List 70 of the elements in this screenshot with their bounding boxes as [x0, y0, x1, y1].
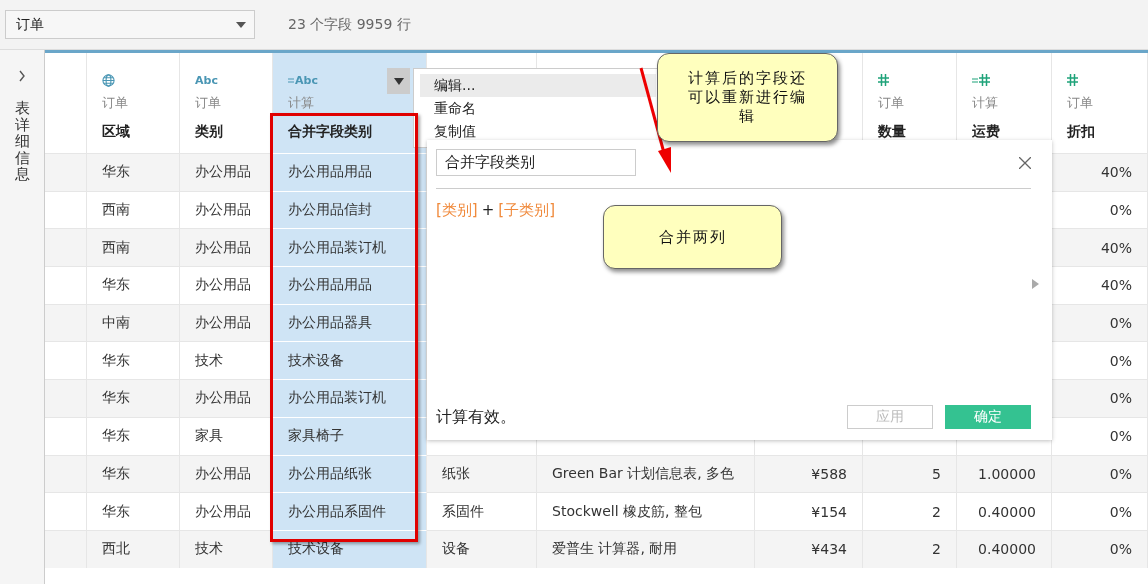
string-type-icon: Abc [195, 73, 218, 87]
column-source: 订单 [195, 94, 222, 112]
table-cell: 华东 [87, 454, 180, 493]
table-cell: 爱普生 计算器, 耐用 [537, 529, 755, 568]
string-type-icon: Abc [295, 73, 318, 87]
table-cell: 中南 [87, 303, 180, 342]
table-cell: 1.00000 [957, 454, 1052, 493]
column-name: 区域 [102, 123, 131, 141]
table-cell: ¥154 [755, 492, 863, 530]
callout: 计算后的字段还可以重新进行编辑 [657, 53, 838, 142]
column-name: 折扣 [1067, 123, 1096, 141]
status-text: 计算有效。 [436, 406, 517, 428]
table-cell: Green Bar 计划信息表, 多色 [537, 454, 755, 493]
data-source-dropdown[interactable]: 订单 [5, 10, 255, 39]
table-cell: 0.40000 [957, 529, 1052, 568]
column-source: 订单 [102, 94, 129, 112]
table-cell: 华东 [87, 153, 180, 191]
table-cell: 系固件 [427, 492, 537, 530]
menu-item[interactable]: 编辑... [420, 74, 656, 97]
table-cell: 办公用品用品 [273, 153, 427, 191]
column-source: 订单 [878, 94, 905, 112]
callout: 合并两列 [603, 205, 782, 269]
table-cell: 0% [1052, 454, 1148, 493]
table-cell: 0.40000 [957, 492, 1052, 530]
table-cell: 办公用品信封 [273, 190, 427, 229]
table-cell: 0% [1052, 529, 1148, 568]
column-source: 计算 [972, 94, 999, 112]
table-cell: 办公用品器具 [273, 303, 427, 342]
table-cell: 5 [863, 454, 957, 493]
table-cell: Stockwell 橡皮筋, 整包 [537, 492, 755, 530]
table-cell: 办公用品 [180, 379, 273, 417]
column-name: 类别 [195, 123, 224, 141]
table-cell: 设备 [427, 529, 537, 568]
table-cell: 华东 [87, 379, 180, 417]
table-cell: 家具椅子 [273, 416, 427, 455]
table-cell: 办公用品纸张 [273, 454, 427, 493]
table-cell: 技术设备 [273, 341, 427, 380]
table-cell: 办公用品 [180, 228, 273, 267]
table-cell: ¥588 [755, 454, 863, 493]
table-cell: 0% [1052, 492, 1148, 530]
table-cell: 2 [863, 529, 957, 568]
table-cell: 华东 [87, 416, 180, 455]
table-cell: 办公用品 [180, 153, 273, 191]
field-count-text: 23 个字段 9959 行 [288, 15, 411, 34]
table-cell: ¥434 [755, 529, 863, 568]
column-name: 运费 [972, 123, 1001, 141]
column-source: 计算 [288, 94, 315, 112]
column-source: 订单 [1067, 94, 1094, 112]
table-cell: 纸张 [427, 454, 537, 493]
table-cell: 办公用品 [180, 454, 273, 493]
formula-text[interactable]: [类别] + [子类别] [436, 201, 555, 220]
field-name-input[interactable]: 合并字段类别 [436, 149, 636, 176]
table-cell: 0% [1052, 379, 1148, 417]
table-cell: 办公用品 [180, 303, 273, 342]
table-cell: 华东 [87, 266, 180, 304]
table-cell: 2 [863, 492, 957, 530]
table-cell: 西南 [87, 228, 180, 267]
table-cell: 办公用品装订机 [273, 228, 427, 267]
table-cell: 办公用品系固件 [273, 492, 427, 530]
table-cell: 办公用品用品 [273, 266, 427, 304]
column-name: 合并字段类别 [288, 123, 373, 141]
column-name: 数量 [878, 123, 907, 141]
table-cell: 40% [1052, 228, 1148, 267]
table-cell: 西北 [87, 529, 180, 568]
table-cell: 华东 [87, 492, 180, 530]
table-cell: 技术 [180, 529, 273, 568]
table-cell: 40% [1052, 153, 1148, 191]
table-cell: 办公用品装订机 [273, 379, 427, 417]
sidebar-title: 表详细信息 [14, 100, 30, 183]
table-cell: 0% [1052, 303, 1148, 342]
